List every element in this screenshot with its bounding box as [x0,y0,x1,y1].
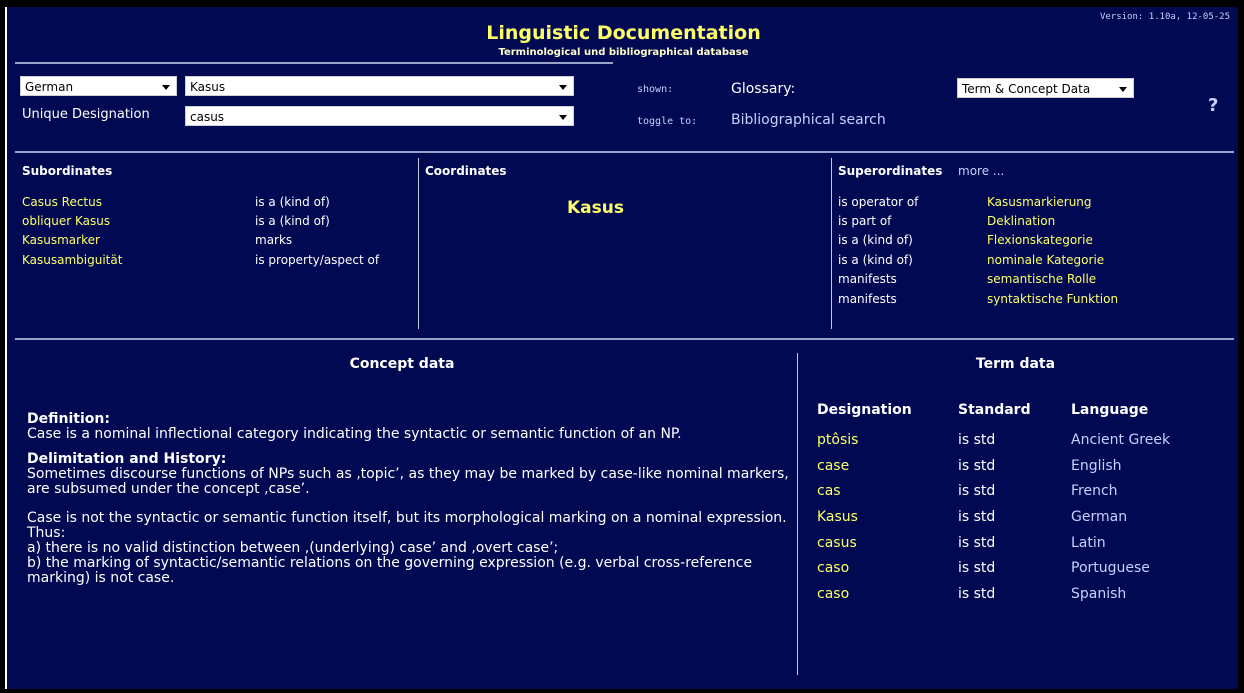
standard-column-header: Standard [958,402,1031,418]
superordinate-term-link[interactable]: Deklination [987,212,1055,232]
app-frame: Linguistic Documentation Terminological … [5,7,1238,689]
superordinate-term-link[interactable]: syntaktische Funktion [987,290,1118,310]
unique-designation-label: Unique Designation [22,107,150,122]
subordinate-term-link[interactable]: Casus Rectus [22,193,102,213]
term-language: Spanish [1071,586,1127,602]
term-designation-link[interactable]: case [817,454,849,480]
subordinate-relation: is a (kind of) [255,195,330,209]
term-standard: is std [958,586,996,602]
chevron-down-icon [559,115,567,120]
language-select-value: German [25,80,74,94]
delimitation-paragraph-1: Sometimes discourse functions of NPs suc… [27,466,789,497]
page-title: Linguistic Documentation [486,22,761,44]
term-designation-link[interactable]: Kasus [817,505,858,531]
term-designation-link[interactable]: ptôsis [817,428,858,454]
data-view-select[interactable]: Term & Concept Data [957,78,1134,98]
superordinates-heading: Superordinates [838,164,943,178]
term-language: English [1071,458,1122,474]
header-divider-left [15,62,613,64]
subordinate-term-link[interactable]: Kasusambiguität [22,251,122,271]
page-subtitle: Terminological und bibliographical datab… [498,47,749,58]
chevron-down-icon [1119,87,1127,92]
concept-term-divider [797,353,798,675]
term-select-value: Kasus [190,80,226,94]
delimitation-paragraph-2: Case is not the syntactic or semantic fu… [27,510,787,541]
term-language: German [1071,509,1128,525]
subordinate-relation: is property/aspect of [255,253,380,267]
shown-label: shown: [637,84,674,95]
concept-text-block: Definition: Case is a nominal inflection… [27,412,795,586]
designation-column-header: Designation [817,402,912,418]
relations-divider-1 [418,158,419,329]
language-column-header: Language [1071,402,1149,418]
bibliographical-search-link[interactable]: Bibliographical search [731,112,886,128]
delimitation-label: Delimitation and History: [27,451,227,467]
toggle-label: toggle to: [637,116,698,127]
subordinate-relation: is a (kind of) [255,214,330,228]
unique-select-value: casus [190,110,225,124]
more-link[interactable]: more ... [958,164,1004,178]
chevron-down-icon [559,85,567,90]
term-select[interactable]: Kasus [185,76,574,96]
definition-label: Definition: [27,411,110,427]
definition-text: Case is a nominal inflectional category … [27,426,682,442]
subordinates-heading: Subordinates [22,164,113,178]
term-language: Ancient Greek [1071,432,1171,448]
relations-divider-2 [831,158,832,329]
term-standard: is std [958,458,996,474]
chevron-down-icon [162,85,170,90]
superordinate-relation: is a (kind of) [838,253,913,267]
superordinate-term-link[interactable]: Kasusmarkierung [987,193,1092,213]
delimitation-item-b: b) the marking of syntactic/semantic rel… [27,555,753,586]
term-standard: is std [958,535,996,551]
term-standard: is std [958,560,996,576]
superordinate-term-link[interactable]: nominale Kategorie [987,251,1104,271]
superordinate-relation: is a (kind of) [838,233,913,247]
subordinate-term-link[interactable]: Kasusmarker [22,231,100,251]
shown-value: Glossary: [731,81,796,97]
coordinates-heading: Coordinates [425,164,507,178]
superordinate-relation: manifests [838,272,897,286]
concept-data-heading: Concept data [349,356,455,372]
superordinate-term-link[interactable]: Flexionskategorie [987,231,1093,251]
superordinate-relation: is operator of [838,195,919,209]
term-language: French [1071,483,1118,499]
term-standard: is std [958,432,996,448]
relations-divider [15,338,1234,340]
superordinate-relation: is part of [838,214,892,228]
current-term: Kasus [567,198,624,218]
delimitation-item-a: a) there is no valid distinction between… [27,540,559,556]
term-designation-link[interactable]: caso [817,556,849,582]
version-label: Version: 1.10a, 12-05-25 [1099,12,1230,22]
language-select[interactable]: German [20,76,177,96]
subordinate-term-link[interactable]: obliquer Kasus [22,212,110,232]
superordinate-term-link[interactable]: semantische Rolle [987,270,1096,290]
superordinate-relation: manifests [838,292,897,306]
term-standard: is std [958,483,996,499]
help-icon[interactable]: ? [1208,95,1218,116]
term-language: Portuguese [1071,560,1150,576]
controls-divider [15,151,1234,153]
unique-designation-select[interactable]: casus [185,106,574,126]
term-language: Latin [1071,535,1106,551]
term-designation-link[interactable]: casus [817,531,857,557]
term-designation-link[interactable]: cas [817,479,841,505]
term-designation-link[interactable]: caso [817,582,849,608]
term-data-heading: Term data [975,356,1056,372]
data-view-select-value: Term & Concept Data [962,82,1091,96]
term-standard: is std [958,509,996,525]
subordinate-relation: marks [255,233,293,247]
